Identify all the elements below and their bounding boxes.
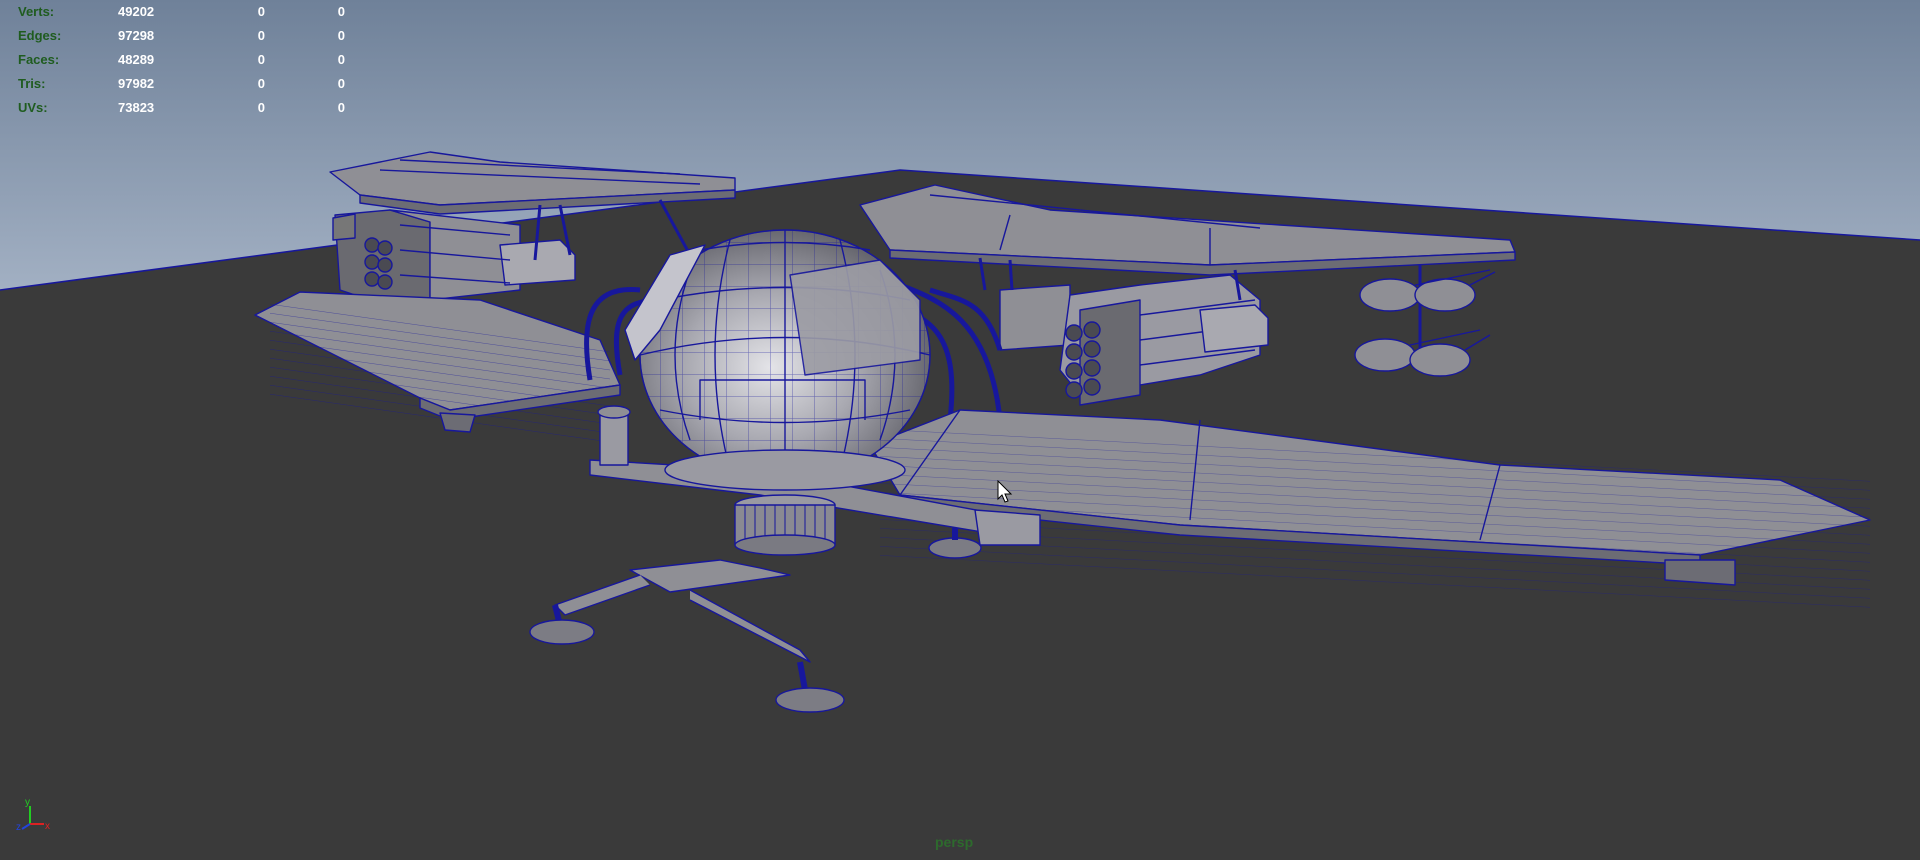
3d-scene[interactable] [0, 0, 1920, 860]
hud-row-edges: Edges: 97298 0 0 [18, 24, 345, 48]
hud-value: 97298 [118, 28, 155, 43]
hud-selected-2: 0 [337, 28, 345, 43]
mouse-cursor-icon [997, 480, 1013, 503]
hud-selected-2: 0 [337, 100, 345, 115]
hud-value: 97982 [118, 76, 155, 91]
hud-label: Verts: [18, 4, 55, 19]
hud-selected-2: 0 [337, 4, 345, 19]
hud-label: Edges: [18, 28, 62, 43]
hud-label: Tris: [18, 76, 46, 91]
hud-value: 73823 [118, 100, 155, 115]
viewport-persp[interactable]: Verts: 49202 0 0 Edges: 97298 0 0 Faces:… [0, 0, 1920, 860]
axis-y-label: y [25, 797, 30, 808]
hud-row-faces: Faces: 48289 0 0 [18, 48, 345, 72]
hud-selected-2: 0 [337, 52, 345, 67]
hud-label: UVs: [18, 100, 48, 115]
hud-label: Faces: [18, 52, 60, 67]
hud-row-uvs: UVs: 73823 0 0 [18, 96, 345, 120]
hud-selected-2: 0 [337, 76, 345, 91]
hud-value: 49202 [118, 4, 155, 19]
turret-base [734, 494, 836, 556]
hud-selected: 0 [257, 4, 265, 19]
poly-count-hud: Verts: 49202 0 0 Edges: 97298 0 0 Faces:… [18, 0, 345, 120]
axis-x-label: x [45, 821, 50, 832]
hud-selected: 0 [257, 28, 265, 43]
hud-selected: 0 [257, 76, 265, 91]
hud-row-verts: Verts: 49202 0 0 [18, 0, 345, 24]
axis-gizmo-icon: y x z [16, 797, 50, 833]
hud-row-tris: Tris: 97982 0 0 [18, 72, 345, 96]
hud-value: 48289 [118, 52, 155, 67]
camera-name-label: persp [935, 834, 974, 850]
axis-z-label: z [16, 822, 21, 833]
hud-selected: 0 [257, 100, 265, 115]
hud-selected: 0 [257, 52, 265, 67]
